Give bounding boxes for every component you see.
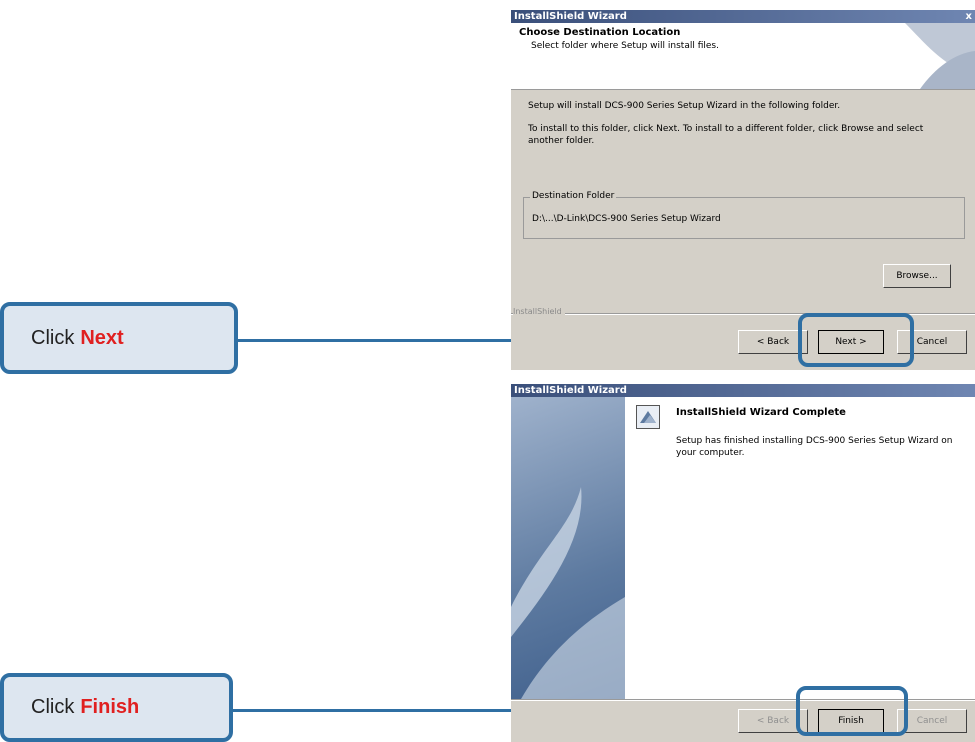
- dialog-title: InstallShield Wizard: [514, 385, 627, 396]
- installshield-banner-icon: [905, 23, 975, 89]
- callout-action: Finish: [80, 696, 140, 718]
- wizard-content-area: InstallShield Wizard Complete Setup has …: [625, 397, 975, 699]
- dialog-title-bar: InstallShield Wizard: [511, 384, 975, 397]
- wizard-side-panel: [511, 397, 625, 699]
- install-instructions-text: To install to this folder, click Next. T…: [528, 124, 924, 146]
- finish-highlight-ring: [796, 686, 908, 736]
- dialog-title: InstallShield Wizard: [514, 11, 627, 22]
- callout-prefix: Click: [31, 326, 75, 349]
- header-title: Choose Destination Location: [519, 27, 681, 38]
- completion-heading: InstallShield Wizard Complete: [676, 407, 846, 418]
- completion-message: Setup has finished installing DCS-900 Se…: [676, 436, 953, 458]
- click-next-callout: Click Next: [0, 302, 238, 374]
- installer-icon: [636, 405, 660, 429]
- group-label: Destination Folder: [530, 191, 617, 201]
- install-info-text: Setup will install DCS-900 Series Setup …: [528, 101, 841, 111]
- folder-path: D:\...\D-Link\DCS-900 Series Setup Wizar…: [532, 214, 721, 224]
- callout-prefix: Click: [31, 696, 75, 718]
- dialog-title-bar: InstallShield Wizard x: [511, 10, 975, 23]
- wizard-side-art-icon: [511, 487, 625, 699]
- header-subtitle: Select folder where Setup will install f…: [531, 41, 719, 51]
- destination-folder-group: Destination Folder D:\...\D-Link\DCS-900…: [523, 191, 965, 239]
- callout-action: Next: [80, 326, 124, 349]
- dialog-header: Choose Destination Location Select folde…: [511, 23, 975, 90]
- next-highlight-ring: [798, 313, 914, 367]
- browse-button[interactable]: Browse...: [883, 264, 951, 288]
- close-icon[interactable]: x: [966, 10, 972, 23]
- installshield-brand: InstallShield: [513, 307, 565, 316]
- click-finish-callout: Click Finish: [0, 673, 233, 742]
